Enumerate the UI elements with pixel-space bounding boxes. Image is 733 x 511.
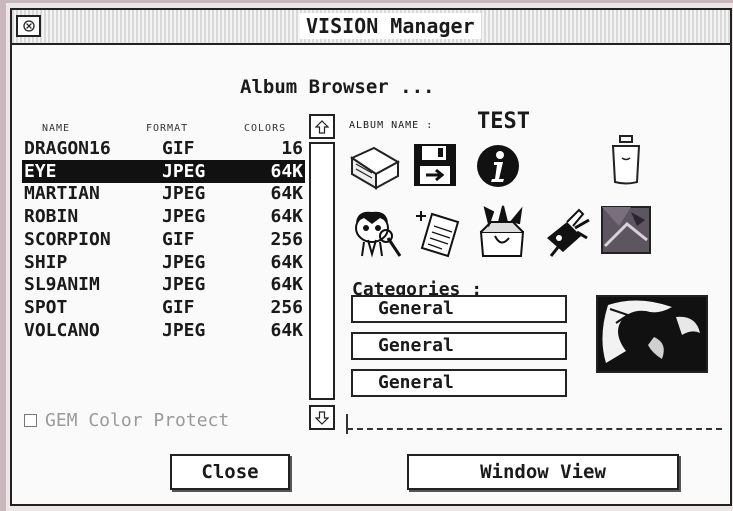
close-box[interactable]	[16, 15, 41, 37]
scroll-track[interactable]	[309, 142, 335, 400]
file-format: GIF	[162, 296, 195, 318]
column-header-format: FORMAT	[146, 123, 189, 134]
file-name: SCORPION	[24, 228, 111, 250]
file-colors: 64K	[270, 160, 303, 182]
close-icon	[22, 20, 35, 32]
info-icon[interactable]	[475, 143, 521, 189]
file-row[interactable]: SCORPION GIF 256	[22, 228, 305, 251]
file-row[interactable]: SPOT GIF 256	[22, 296, 305, 319]
arrow-down-icon	[315, 410, 329, 425]
file-format: GIF	[162, 228, 195, 250]
column-header-name: NAME	[42, 123, 71, 134]
file-colors: 256	[270, 228, 303, 250]
trash-icon[interactable]	[609, 134, 643, 186]
gem-color-protect-label: GEM Color Protect	[45, 410, 230, 431]
vision-manager-window: VISION Manager Album Browser ... NAME FO…	[10, 8, 732, 506]
line-marker	[346, 414, 348, 434]
file-format: JPEG	[162, 274, 206, 296]
image-preview-icon[interactable]	[601, 206, 651, 254]
image-thumbnail	[596, 295, 708, 373]
category-field-1[interactable]: General	[351, 295, 567, 323]
file-name: DRAGON16	[24, 138, 111, 159]
file-row[interactable]: DRAGON16 GIF 16	[22, 137, 305, 160]
add-page-icon[interactable]	[412, 208, 464, 260]
swiss-knife-icon[interactable]	[541, 208, 591, 258]
file-colors: 64K	[270, 319, 303, 341]
file-row[interactable]: MARTIAN JPEG 64K	[22, 182, 305, 205]
album-browser-heading: Album Browser ...	[240, 76, 435, 98]
tools-box-icon[interactable]	[475, 204, 529, 260]
save-disk-icon[interactable]	[412, 142, 458, 188]
open-album-icon[interactable]	[348, 144, 402, 192]
title-bar[interactable]: VISION Manager	[12, 10, 730, 45]
file-colors: 64K	[270, 251, 303, 273]
category-field-2[interactable]: General	[351, 332, 567, 360]
dashed-line	[347, 428, 722, 430]
thumbnail-image	[598, 297, 706, 371]
arrow-up-icon	[315, 119, 329, 134]
file-colors: 256	[270, 296, 303, 318]
file-name: VOLCANO	[24, 319, 100, 341]
file-name: ROBIN	[24, 206, 79, 228]
file-row[interactable]: VOLCANO JPEG 64K	[22, 319, 305, 342]
gem-color-protect-checkbox[interactable]	[24, 414, 37, 427]
category-field-3[interactable]: General	[351, 369, 567, 397]
scroll-down-button[interactable]	[309, 405, 335, 430]
file-format: JPEG	[162, 206, 206, 228]
file-colors: 64K	[270, 183, 303, 205]
album-name-label: ALBUM NAME :	[349, 120, 434, 131]
file-colors: 16	[281, 138, 303, 159]
file-format: GIF	[162, 138, 195, 159]
file-row[interactable]: ROBIN JPEG 64K	[22, 205, 305, 228]
file-name: SPOT	[24, 296, 68, 318]
file-colors: 64K	[270, 206, 303, 228]
file-name: MARTIAN	[24, 183, 100, 205]
file-format: JPEG	[162, 319, 206, 341]
window-view-button[interactable]: Window View	[407, 454, 679, 490]
close-button[interactable]: Close	[170, 454, 290, 490]
file-name: SHIP	[24, 251, 68, 273]
album-name-value[interactable]: TEST	[477, 109, 530, 134]
file-colors: 64K	[270, 274, 303, 296]
file-format: JPEG	[162, 183, 206, 205]
file-row[interactable]: EYE JPEG 64K	[22, 159, 305, 183]
file-format: JPEG	[162, 251, 206, 273]
file-row[interactable]: SL9ANIM JPEG 64K	[22, 273, 305, 296]
file-format: JPEG	[162, 160, 206, 182]
scroll-up-button[interactable]	[309, 114, 335, 139]
file-name: SL9ANIM	[24, 274, 100, 296]
viewer-icon[interactable]	[350, 208, 404, 262]
file-row[interactable]: SHIP JPEG 64K	[22, 251, 305, 274]
window-title: VISION Manager	[300, 13, 481, 39]
column-header-colors: COLORS	[244, 123, 287, 134]
file-name: EYE	[24, 160, 57, 182]
gem-color-protect-toggle[interactable]: GEM Color Protect	[24, 410, 229, 431]
